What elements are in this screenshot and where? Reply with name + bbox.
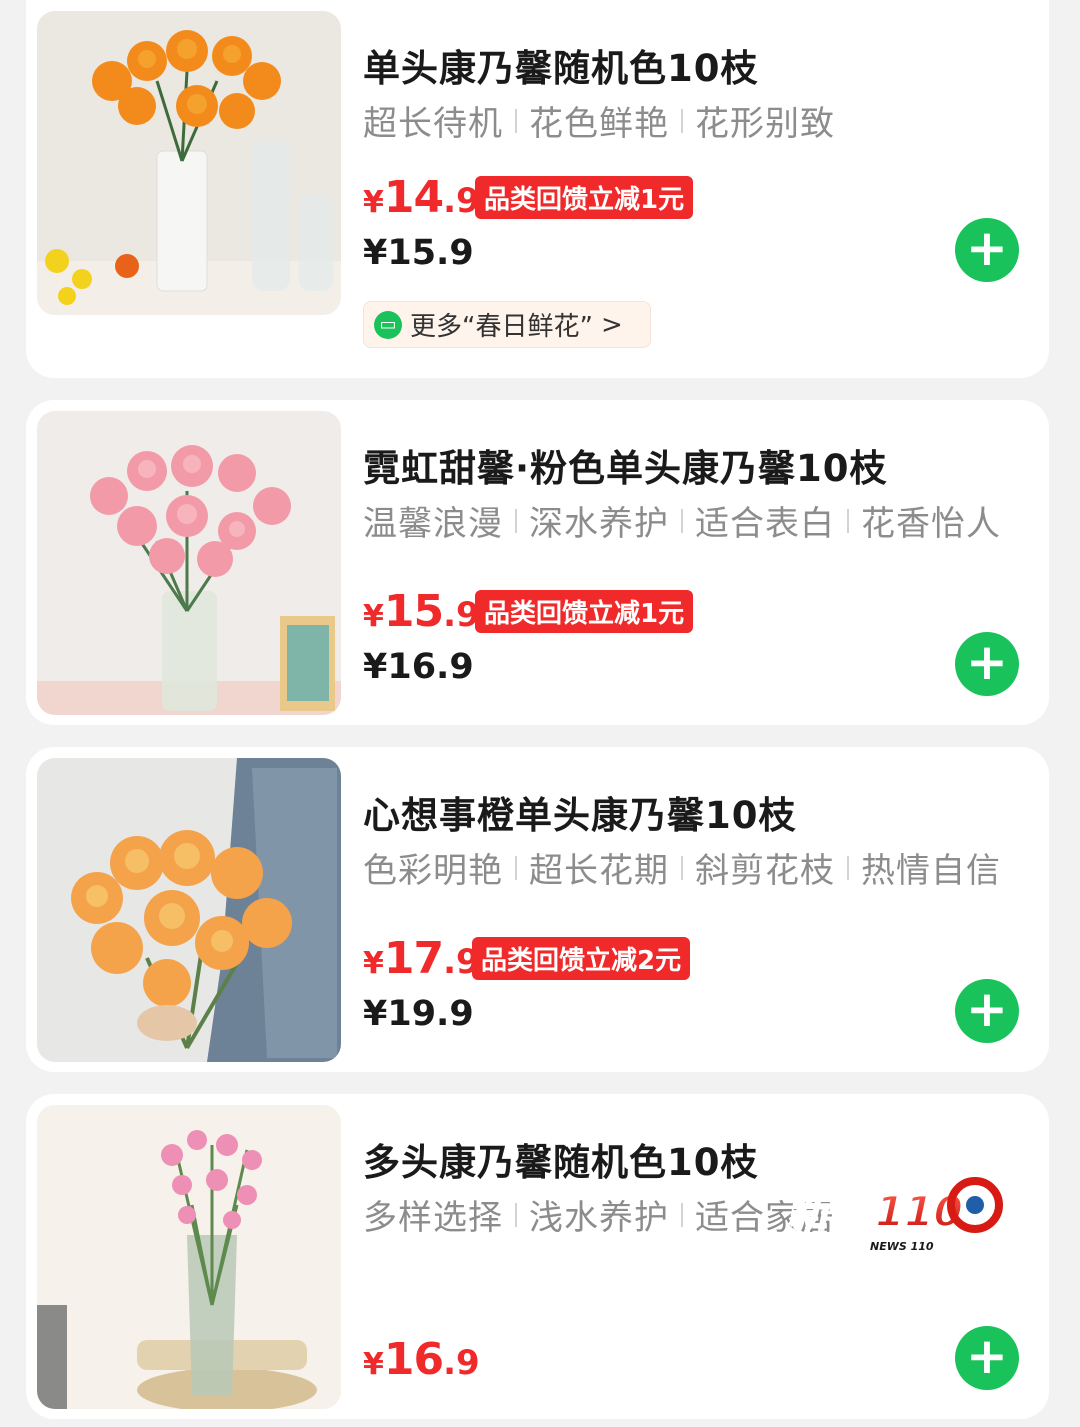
- price-decimal: .9: [443, 1343, 480, 1383]
- original-price: ¥15.9: [363, 233, 474, 273]
- sale-price: ¥ 16 .9: [363, 1334, 480, 1385]
- watermark-text: 新闻110: [786, 1188, 968, 1236]
- tag-divider: [515, 508, 517, 533]
- tag-divider: [681, 108, 683, 133]
- product-tag: 适合表白: [695, 504, 835, 544]
- plus-icon: +: [966, 633, 1008, 691]
- product-title: 霓虹甜馨·粉色单头康乃馨10枝: [363, 447, 888, 490]
- news-110-watermark-logo: 新闻110 NEWS 110: [780, 1160, 1012, 1260]
- product-tag: 色彩明艳: [363, 851, 503, 891]
- product-title: 单头康乃馨随机色10枝: [363, 47, 759, 90]
- add-to-cart-button[interactable]: +: [955, 979, 1019, 1043]
- product-tags: 色彩明艳 超长花期 斜剪花枝 热情自信: [363, 843, 1001, 892]
- discount-badge: 品类回馈立减2元: [472, 937, 691, 980]
- original-price: ¥19.9: [363, 994, 474, 1034]
- plus-icon: +: [966, 219, 1008, 277]
- add-to-cart-button[interactable]: +: [955, 1326, 1019, 1390]
- price-integer: 17: [383, 933, 444, 984]
- product-tags: 超长待机 花色鲜艳 花形别致: [363, 96, 835, 145]
- tag-divider: [515, 1202, 517, 1227]
- price-currency: ¥: [363, 1347, 384, 1382]
- product-card[interactable]: 霓虹甜馨·粉色单头康乃馨10枝 温馨浪漫 深水养护 适合表白 花香怡人 ¥ 15…: [26, 400, 1049, 725]
- product-tag: 多样选择: [363, 1198, 503, 1238]
- product-tag: 超长待机: [363, 104, 503, 144]
- price-integer: 15: [383, 586, 444, 637]
- original-price: ¥16.9: [363, 647, 474, 687]
- price-currency: ¥: [363, 185, 384, 220]
- product-image[interactable]: [37, 11, 341, 315]
- product-image[interactable]: [37, 1105, 341, 1409]
- tag-divider: [515, 108, 517, 133]
- tag-divider: [681, 508, 683, 533]
- product-image[interactable]: [37, 411, 341, 715]
- product-tag: 热情自信: [861, 851, 1001, 891]
- tag-divider: [847, 508, 849, 533]
- product-tag: 浅水养护: [529, 1198, 669, 1238]
- product-tag: 斜剪花枝: [695, 851, 835, 891]
- price-currency: ¥: [363, 946, 384, 981]
- shopping-bag-icon: ▭: [374, 310, 402, 339]
- product-tag: 花形别致: [695, 104, 835, 144]
- price-integer: 16: [383, 1334, 444, 1385]
- price-integer: 14: [383, 172, 444, 223]
- product-card[interactable]: 单头康乃馨随机色10枝 超长待机 花色鲜艳 花形别致 ¥ 14 .9 品类回馈立…: [26, 0, 1049, 378]
- product-image[interactable]: [37, 758, 341, 1062]
- more-category-label: 更多“春日鲜花”: [410, 312, 593, 342]
- tag-divider: [847, 855, 849, 880]
- price-currency: ¥: [363, 599, 384, 634]
- product-tags: 温馨浪漫 深水养护 适合表白 花香怡人: [363, 496, 1001, 545]
- discount-badge: 品类回馈立减1元: [475, 176, 694, 219]
- tag-divider: [681, 1202, 683, 1227]
- watermark-subtext: NEWS 110: [870, 1240, 934, 1253]
- plus-icon: +: [966, 980, 1008, 1038]
- sale-price: ¥ 14 .9: [363, 172, 480, 223]
- tag-divider: [515, 855, 517, 880]
- product-tag: 温馨浪漫: [363, 504, 503, 544]
- product-card[interactable]: 心想事橙单头康乃馨10枝 色彩明艳 超长花期 斜剪花枝 热情自信 ¥ 17 .9…: [26, 747, 1049, 1072]
- product-tag: 花色鲜艳: [529, 104, 669, 144]
- chevron-right-icon: >: [600, 309, 623, 340]
- product-tag: 深水养护: [529, 504, 669, 544]
- more-category-link[interactable]: ▭ 更多“春日鲜花” >: [363, 301, 651, 348]
- tag-divider: [681, 855, 683, 880]
- sale-price: ¥ 17 .9: [363, 933, 480, 984]
- product-title: 心想事橙单头康乃馨10枝: [363, 794, 797, 837]
- add-to-cart-button[interactable]: +: [955, 632, 1019, 696]
- product-tags: 多样选择 浅水养护 适合家居: [363, 1190, 835, 1239]
- discount-badge: 品类回馈立减1元: [475, 590, 694, 633]
- product-tag: 花香怡人: [861, 504, 1001, 544]
- plus-icon: +: [966, 1327, 1008, 1385]
- product-tag: 超长花期: [529, 851, 669, 891]
- product-title: 多头康乃馨随机色10枝: [363, 1141, 759, 1184]
- add-to-cart-button[interactable]: +: [955, 218, 1019, 282]
- sale-price: ¥ 15 .9: [363, 586, 480, 637]
